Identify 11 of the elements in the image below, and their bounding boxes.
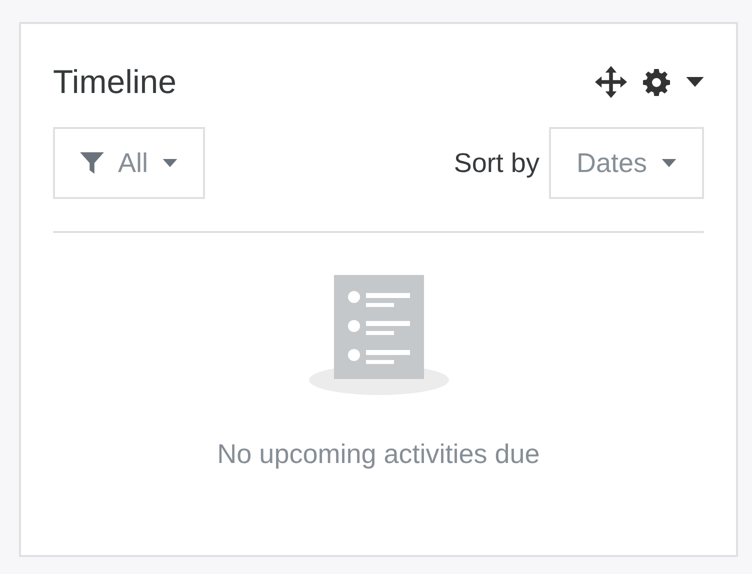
caret-icon[interactable] bbox=[686, 76, 704, 88]
caret-icon bbox=[162, 158, 178, 168]
sort-dropdown[interactable]: Dates bbox=[549, 127, 704, 199]
sort-label: Sort by bbox=[454, 148, 540, 178]
block-title: Timeline bbox=[53, 63, 176, 101]
filter-dropdown[interactable]: All bbox=[53, 127, 206, 199]
filter-icon bbox=[80, 151, 104, 175]
empty-message: No upcoming activities due bbox=[217, 439, 540, 470]
caret-icon bbox=[661, 158, 677, 168]
settings-icon[interactable] bbox=[643, 68, 670, 96]
move-icon[interactable] bbox=[595, 66, 627, 98]
